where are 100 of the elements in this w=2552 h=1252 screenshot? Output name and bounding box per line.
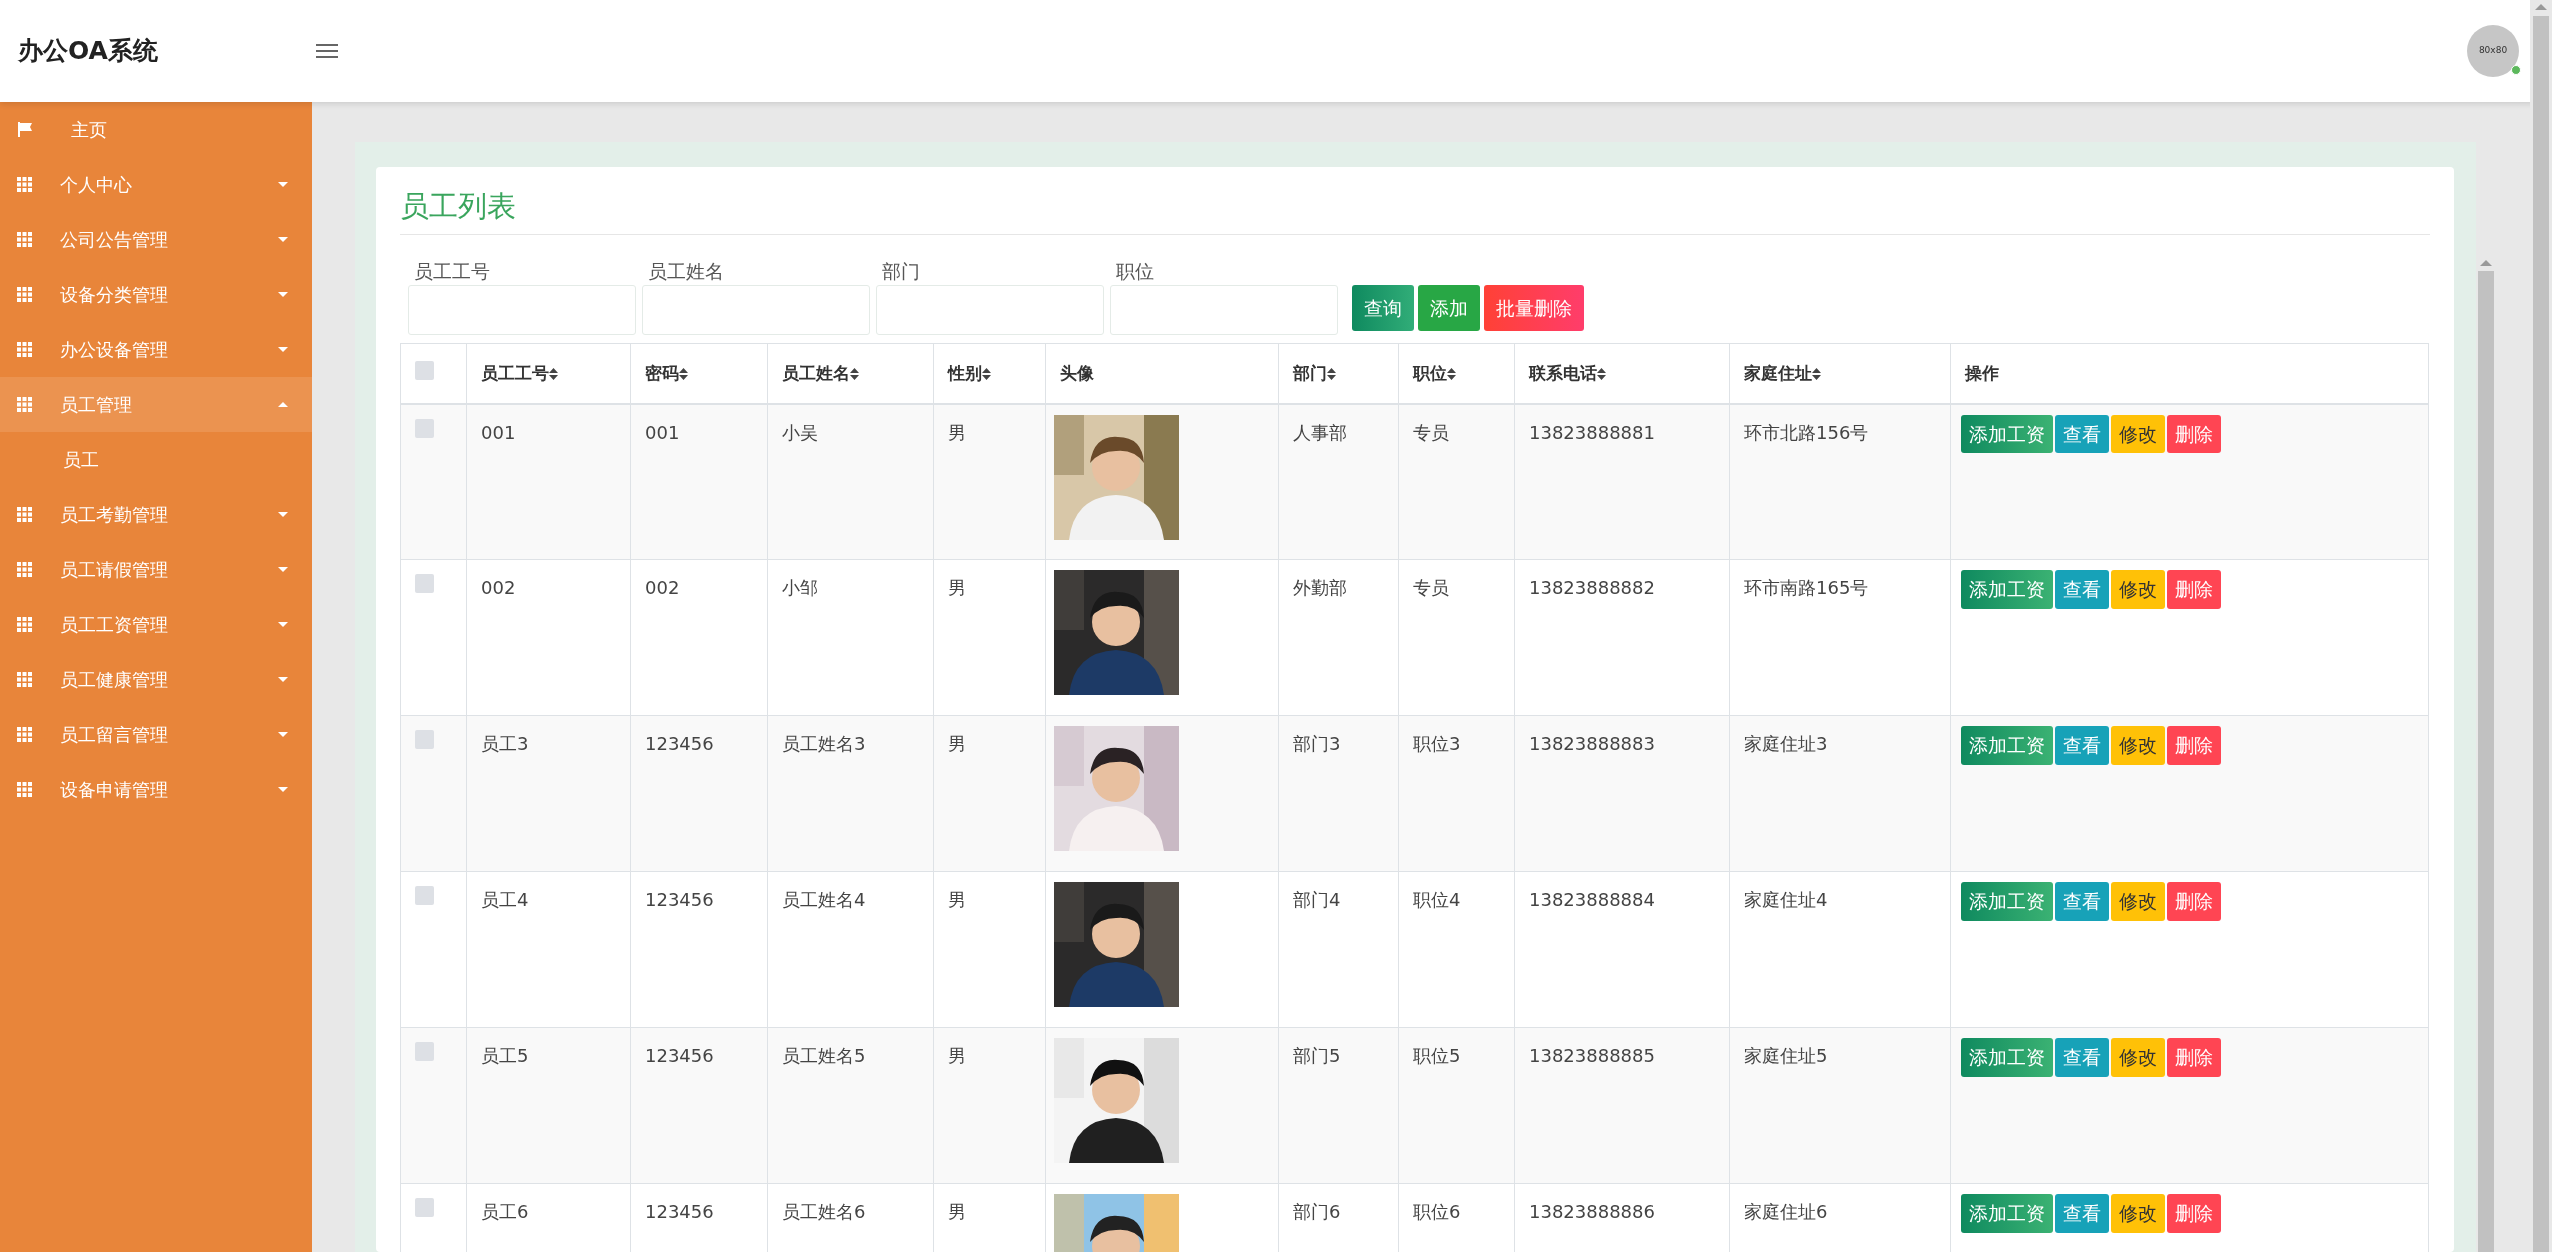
delete-button[interactable]: 删除 (2167, 1038, 2221, 1077)
table-cell: 男 (933, 559, 1046, 716)
grid-icon (17, 672, 32, 687)
avatar-text: 80x80 (2478, 44, 2508, 58)
caret-icon (278, 622, 288, 627)
sidebar-subitem[interactable]: 员工 (0, 432, 312, 487)
table-cell: 小吴 (767, 403, 934, 560)
column-header[interactable]: 联系电话 (1529, 360, 1606, 387)
view-button[interactable]: 查看 (2055, 1038, 2109, 1077)
delete-button[interactable]: 删除 (2167, 882, 2221, 921)
view-button[interactable]: 查看 (2055, 414, 2109, 454)
column-header: 头像 (1060, 361, 1094, 385)
column-header[interactable]: 家庭住址 (1744, 360, 1821, 387)
column-header[interactable]: 性别 (948, 360, 991, 387)
table-cell: 家庭住址4 (1729, 871, 1951, 1028)
checkbox[interactable] (415, 886, 434, 906)
table-cell: 002 (630, 559, 768, 716)
input-field[interactable] (408, 285, 636, 336)
table-cell: 13823888885 (1514, 1027, 1730, 1184)
checkbox[interactable] (415, 1198, 434, 1218)
sidebar-item[interactable]: 员工健康管理 (0, 652, 312, 707)
sidebar-item[interactable]: 公司公告管理 (0, 212, 312, 267)
table-cell: 专员 (1398, 559, 1515, 716)
avatar[interactable]: 80x80 (2467, 25, 2519, 77)
input-field[interactable] (1110, 285, 1338, 336)
edit-button[interactable]: 修改 (2111, 1038, 2165, 1077)
checkbox[interactable] (415, 360, 434, 380)
checkbox[interactable] (415, 574, 434, 594)
delete-button[interactable]: 删除 (2167, 726, 2221, 765)
view-button[interactable]: 查看 (2055, 882, 2109, 921)
grid-icon (17, 287, 32, 302)
table-cell: 123456 (630, 715, 768, 872)
salary-button[interactable]: 添加工资 (1961, 726, 2053, 765)
table-cell: 13823888881 (1514, 403, 1730, 560)
caret-icon (278, 512, 288, 517)
table-cell: 职位4 (1398, 871, 1515, 1028)
view-button[interactable]: 查看 (2055, 726, 2109, 765)
caret-icon (278, 237, 288, 242)
delete-button[interactable]: 批量删除 (1484, 285, 1584, 332)
edit-button[interactable]: 修改 (2111, 882, 2165, 921)
table-cell: 专员 (1398, 403, 1515, 560)
view-button[interactable]: 查看 (2055, 570, 2109, 609)
sidebar-item[interactable]: 员工工资管理 (0, 597, 312, 652)
salary-button[interactable]: 添加工资 (1961, 1038, 2053, 1077)
grid-icon (17, 342, 32, 357)
checkbox[interactable] (415, 1042, 434, 1062)
salary-button[interactable]: 添加工资 (1961, 570, 2053, 609)
salary-button[interactable]: 添加工资 (1961, 882, 2053, 921)
table-cell: 职位5 (1398, 1027, 1515, 1184)
grid-icon (17, 782, 32, 797)
caret-icon (278, 402, 288, 407)
checkbox[interactable] (415, 418, 434, 438)
caret-icon (278, 787, 288, 792)
view-button[interactable]: 查看 (2055, 1194, 2109, 1233)
sort-icon (1327, 367, 1336, 380)
grid-icon (17, 727, 32, 742)
table-cell: 13823888883 (1514, 715, 1730, 872)
column-header[interactable]: 部门 (1293, 360, 1336, 387)
table-cell: 外勤部 (1278, 559, 1399, 716)
sort-icon (1812, 367, 1821, 380)
app-title: 办公OA系统 (17, 35, 159, 68)
column-header[interactable]: 密码 (645, 360, 688, 387)
sidebar-item[interactable]: 员工管理 (0, 377, 312, 432)
sort-icon (549, 367, 558, 380)
table-cell: 13823888882 (1514, 559, 1730, 716)
sidebar-item[interactable]: 办公设备管理 (0, 322, 312, 377)
search-button[interactable]: 查询 (1352, 285, 1414, 332)
sort-icon (679, 367, 688, 380)
table-cell: 人事部 (1278, 403, 1399, 560)
edit-button[interactable]: 修改 (2111, 1194, 2165, 1233)
checkbox[interactable] (415, 730, 434, 750)
input-field[interactable] (876, 285, 1104, 336)
flag-icon (17, 121, 33, 138)
sidebar-item[interactable]: 员工留言管理 (0, 707, 312, 762)
caret-icon (278, 292, 288, 297)
edit-button[interactable]: 修改 (2111, 726, 2165, 765)
field-label: 职位 (1115, 258, 1155, 284)
table-cell: 001 (630, 403, 768, 560)
input-field[interactable] (642, 285, 870, 336)
delete-button[interactable]: 删除 (2167, 570, 2221, 609)
edit-button[interactable]: 修改 (2111, 414, 2165, 454)
table-cell: 员工姓名5 (767, 1027, 934, 1184)
table-cell: 家庭住址5 (1729, 1027, 1951, 1184)
add-button[interactable]: 添加 (1418, 285, 1480, 332)
edit-button[interactable]: 修改 (2111, 570, 2165, 609)
salary-button[interactable]: 添加工资 (1961, 414, 2053, 454)
delete-button[interactable]: 删除 (2167, 414, 2221, 454)
sidebar-item[interactable]: 员工请假管理 (0, 542, 312, 597)
table-cell: 环市南路165号 (1729, 559, 1951, 716)
salary-button[interactable]: 添加工资 (1961, 1194, 2053, 1233)
table-cell: 123456 (630, 871, 768, 1028)
table-cell: 小邹 (767, 559, 934, 716)
column-header[interactable]: 职位 (1413, 360, 1456, 387)
caret-icon (278, 677, 288, 682)
sidebar-item[interactable]: 设备申请管理 (0, 762, 312, 817)
delete-button[interactable]: 删除 (2167, 1194, 2221, 1233)
sidebar-item[interactable]: 员工考勤管理 (0, 487, 312, 542)
sidebar-item[interactable]: 主页 (0, 102, 312, 157)
sidebar-item[interactable]: 个人中心 (0, 157, 312, 212)
sidebar-item[interactable]: 设备分类管理 (0, 267, 312, 322)
